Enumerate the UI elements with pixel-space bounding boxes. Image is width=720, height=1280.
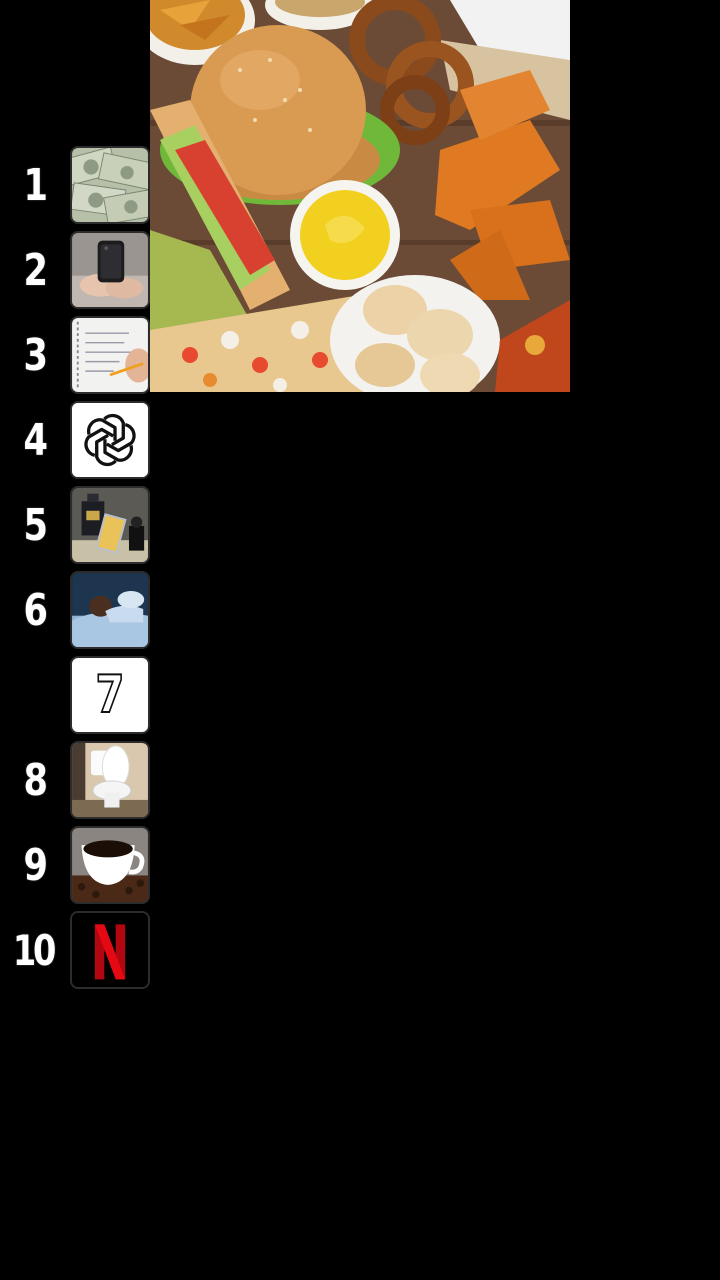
fast-food-spread-icon	[150, 0, 570, 392]
coffee-cup-icon[interactable]	[70, 826, 150, 904]
rank-number: 4	[23, 415, 49, 466]
notebook-writing-icon[interactable]	[70, 316, 150, 394]
rank-number: 1	[23, 160, 49, 211]
perfume-bottles-icon[interactable]	[70, 486, 150, 564]
rank-number: 6	[23, 585, 49, 636]
netflix-logo-icon[interactable]	[70, 911, 150, 989]
rank-number: 5	[23, 500, 49, 551]
toilet-icon[interactable]	[70, 741, 150, 819]
rank-number: 3	[23, 330, 49, 381]
rank-number: 9	[23, 840, 49, 891]
ranking-screen: 1 2 3 4 5 6 7 8 9 10	[0, 0, 720, 1280]
rank-number: 8	[23, 755, 49, 806]
sleeping-person-icon[interactable]	[70, 571, 150, 649]
number-seven-icon[interactable]: 7	[70, 656, 150, 734]
phone-in-hands-icon[interactable]	[70, 231, 150, 309]
rank-number: 2	[23, 245, 49, 296]
chatgpt-logo-icon[interactable]	[70, 401, 150, 479]
money-bills-icon[interactable]	[70, 146, 150, 224]
seven-label: 7	[95, 664, 126, 726]
rank-number: 10	[12, 926, 57, 975]
